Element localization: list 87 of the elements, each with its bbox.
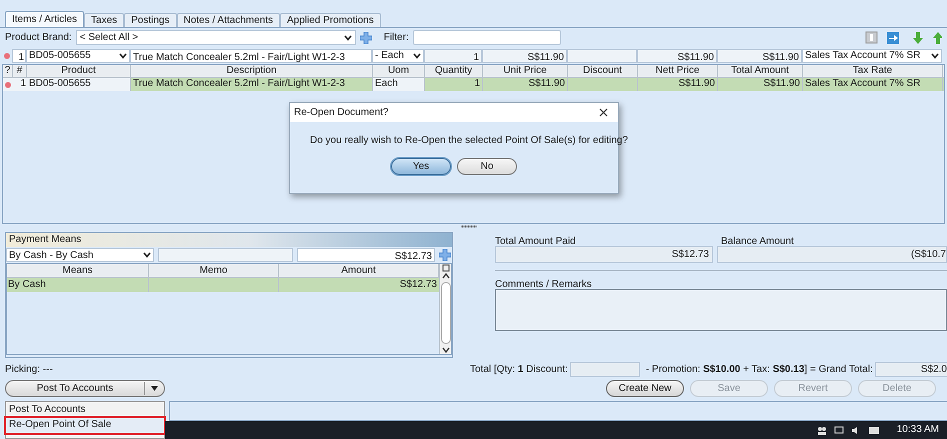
scroll-up-icon[interactable] [442, 272, 450, 280]
qty-total-text: Total [Qty: 1 Discount: [470, 362, 568, 376]
document-icon[interactable] [865, 31, 878, 44]
nett-price-field[interactable]: S$11.90 [637, 48, 717, 62]
caret-icon[interactable] [151, 386, 158, 390]
brand-select[interactable]: < Select All > [76, 30, 356, 45]
column-header[interactable]: Discount [568, 65, 638, 77]
dialog-message: Do you really wish to Re-Open the selected Point Of Sale(s) for editing? [310, 134, 628, 148]
table-cell: 1 [425, 78, 483, 91]
export-icon[interactable] [886, 30, 900, 44]
discount-field[interactable] [570, 362, 640, 376]
column-header[interactable]: Nett Price [638, 65, 718, 77]
quantity-field[interactable]: 1 [424, 48, 482, 62]
column-header[interactable]: Product [27, 65, 131, 77]
column-header[interactable]: Tax Rate [803, 65, 943, 77]
table-cell: S$11.90 [483, 78, 568, 91]
discount-field[interactable] [567, 48, 637, 62]
tax-rate-select[interactable]: Sales Tax Account 7% SR [802, 48, 942, 62]
column-header[interactable]: Means [7, 264, 149, 277]
column-header[interactable]: Unit Price [483, 65, 568, 77]
total-amount-field[interactable]: S$11.90 [717, 48, 802, 62]
amount-field[interactable]: S$12.73 [297, 248, 435, 262]
chevron-down-icon [344, 34, 352, 40]
paid-label: Total Amount Paid [495, 235, 577, 246]
table-row[interactable]: 1 BD05-005655 True Match Concealer 5.2ml - Fair/Light W1-2-3 Each 1 S$11.90 S$11.90 S$11.90 Sales Tax Account 7% SR [3, 78, 944, 91]
table-cell: 1 [13, 78, 27, 91]
column-header[interactable]: Quantity [425, 65, 483, 77]
table-cell: Sales Tax Account 7% SR [803, 78, 943, 91]
memo-field[interactable] [158, 248, 293, 262]
splitter-grip-icon[interactable] [460, 225, 476, 228]
clock-time: 10:33 AM [896, 425, 939, 435]
dialog-title: Re-Open Document? [294, 106, 388, 120]
menu-item[interactable]: Re-Open Point Of Sale [6, 418, 164, 433]
tab[interactable]: Applied Promotions [280, 13, 381, 27]
brand-label: Product Brand: [5, 31, 72, 45]
totals-text: - Promotion: S$10.00 + Tax: S$0.13] = Grand Total: [646, 362, 873, 376]
filter-field[interactable] [412, 30, 561, 45]
balance-field: (S$10.7 [717, 246, 947, 263]
grand-total-field: S$2.0 [874, 362, 947, 376]
status-dot-icon [5, 82, 11, 88]
table-cell: Each [373, 78, 425, 91]
dialog-button[interactable]: No [457, 158, 517, 175]
action-button[interactable]: Create New [606, 380, 684, 396]
chevron-down-icon [143, 252, 151, 258]
description-field[interactable]: True Match Concealer 5.2ml - Fair/Light W1-2-3 [130, 48, 372, 62]
line-number-field[interactable]: 1 [12, 48, 26, 62]
chevron-down-icon [931, 52, 939, 58]
status-dot-icon [4, 52, 10, 58]
post-split-button[interactable]: Post To Accounts [5, 380, 165, 396]
comments-label: Comments / Remarks [495, 278, 593, 289]
plus-icon[interactable] [360, 32, 372, 44]
tab[interactable]: Items / Articles [5, 11, 84, 27]
uom-select[interactable]: - Each [372, 48, 424, 62]
table-cell: S$11.90 [718, 78, 803, 91]
menu-item[interactable]: Post To Accounts [6, 403, 164, 418]
column-header[interactable]: Memo [149, 264, 279, 277]
table-row[interactable]: By Cash S$12.73 [7, 278, 439, 292]
tab[interactable]: Taxes [84, 13, 124, 27]
scroll-down-icon[interactable] [442, 346, 450, 354]
table-cell: S$11.90 [638, 78, 718, 91]
picking-text: Picking: --- [5, 362, 54, 376]
chevron-down-icon [413, 52, 421, 58]
scrollbar[interactable] [439, 264, 451, 354]
comments-field[interactable] [495, 289, 947, 331]
table-cell: By Cash [7, 278, 149, 292]
table-cell: BD05-005655 [27, 78, 131, 91]
means-select[interactable]: By Cash - By Cash [6, 248, 154, 262]
product-select[interactable]: BD05-005655 [26, 48, 130, 62]
network-icon[interactable] [834, 426, 844, 434]
column-header[interactable]: Uom [373, 65, 425, 77]
column-header[interactable]: ? [3, 65, 13, 77]
unit-price-field[interactable]: S$11.90 [482, 48, 567, 62]
tab[interactable]: Postings [124, 13, 176, 27]
filter-label: Filter: [384, 31, 409, 45]
people-icon[interactable] [816, 426, 827, 434]
column-chooser-icon[interactable] [442, 264, 450, 272]
column-header[interactable]: Description [131, 65, 373, 77]
table-cell-text: S$12.73 [398, 278, 438, 292]
column-header[interactable]: Total Amount [718, 65, 803, 77]
paid-field: S$12.73 [495, 246, 713, 263]
chevron-down-icon [119, 52, 127, 58]
balance-label: Balance Amount [721, 235, 794, 246]
close-icon[interactable] [599, 108, 608, 117]
dialog-button[interactable]: Yes [391, 158, 451, 175]
panel-title: Payment Means [6, 233, 452, 247]
tab[interactable]: Notes / Attachments [176, 13, 280, 27]
column-header[interactable]: # [13, 65, 27, 77]
